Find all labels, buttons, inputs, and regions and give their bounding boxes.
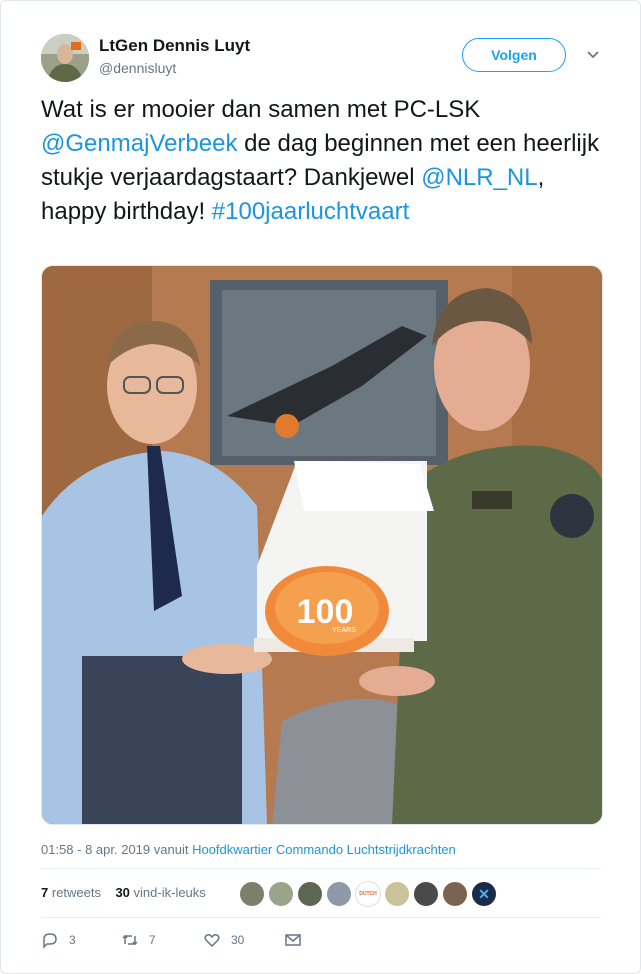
direct-message-button[interactable] [284, 931, 302, 949]
follow-button[interactable]: Volgen [462, 38, 566, 72]
x-icon: ✕ [478, 885, 490, 902]
likes-stat[interactable]: 30 vind-ik-leuks [115, 885, 205, 900]
retweet-count: 7 [149, 933, 156, 947]
liker-avatar[interactable] [239, 881, 265, 907]
engagement-stats: 7 retweets 30 vind-ik-leuks [41, 885, 206, 900]
cake-text: 100 [297, 593, 354, 631]
envelope-icon [285, 934, 301, 946]
likes-label: vind-ik-leuks [133, 885, 206, 900]
likes-count: 30 [115, 885, 130, 900]
reply-button[interactable]: 3 [41, 931, 76, 949]
liker-avatar[interactable] [297, 881, 323, 907]
retweet-button[interactable]: 7 [121, 931, 156, 949]
reply-icon [43, 933, 57, 949]
tweet-text: Wat is er mooier dan samen met PC-LSK @G… [41, 93, 606, 229]
hashtag-link[interactable]: #100jaarluchtvaart [212, 198, 409, 225]
liker-avatar[interactable]: DUTCH [355, 881, 381, 907]
mention-link[interactable]: @NLR_NL [421, 164, 537, 191]
author-handle[interactable]: @dennisluyt [99, 60, 176, 76]
heart-icon [204, 934, 220, 948]
retweets-label: retweets [51, 885, 101, 900]
chevron-down-icon[interactable] [585, 47, 601, 63]
author-display-name[interactable]: LtGen Dennis Luyt [99, 36, 250, 56]
liker-avatar[interactable] [442, 881, 468, 907]
liker-avatar[interactable] [326, 881, 352, 907]
liker-avatar[interactable] [268, 881, 294, 907]
tweet-text-part: Wat is er mooier dan samen met PC-LSK [41, 96, 481, 123]
liker-avatar[interactable]: ✕ [471, 881, 497, 907]
liker-avatar[interactable] [384, 881, 410, 907]
tweet-timestamp[interactable]: 01:58 - 8 apr. 2019 vanuit [41, 842, 192, 857]
divider [41, 917, 601, 918]
tweet-card: LtGen Dennis Luyt @dennisluyt Volgen Wat… [0, 0, 641, 974]
tweet-meta: 01:58 - 8 apr. 2019 vanuit Hoofdkwartier… [41, 842, 456, 857]
mention-link[interactable]: @GenmajVerbeek [41, 130, 237, 157]
reply-count: 3 [69, 933, 76, 947]
liker-avatar-logo-text: DUTCH [359, 891, 377, 897]
like-button[interactable]: 30 [203, 931, 244, 949]
cake-subtext: YEARS [332, 627, 356, 634]
location-link[interactable]: Hoofdkwartier Commando Luchtstrijdkracht… [192, 842, 456, 857]
liker-avatar[interactable] [413, 881, 439, 907]
retweets-stat[interactable]: 7 retweets [41, 885, 101, 900]
tweet-photo[interactable]: 100 YEARS [41, 265, 603, 825]
retweet-icon [122, 934, 138, 946]
author-avatar[interactable] [41, 34, 89, 82]
divider [41, 868, 601, 869]
retweets-count: 7 [41, 885, 49, 900]
like-count: 30 [231, 933, 245, 947]
